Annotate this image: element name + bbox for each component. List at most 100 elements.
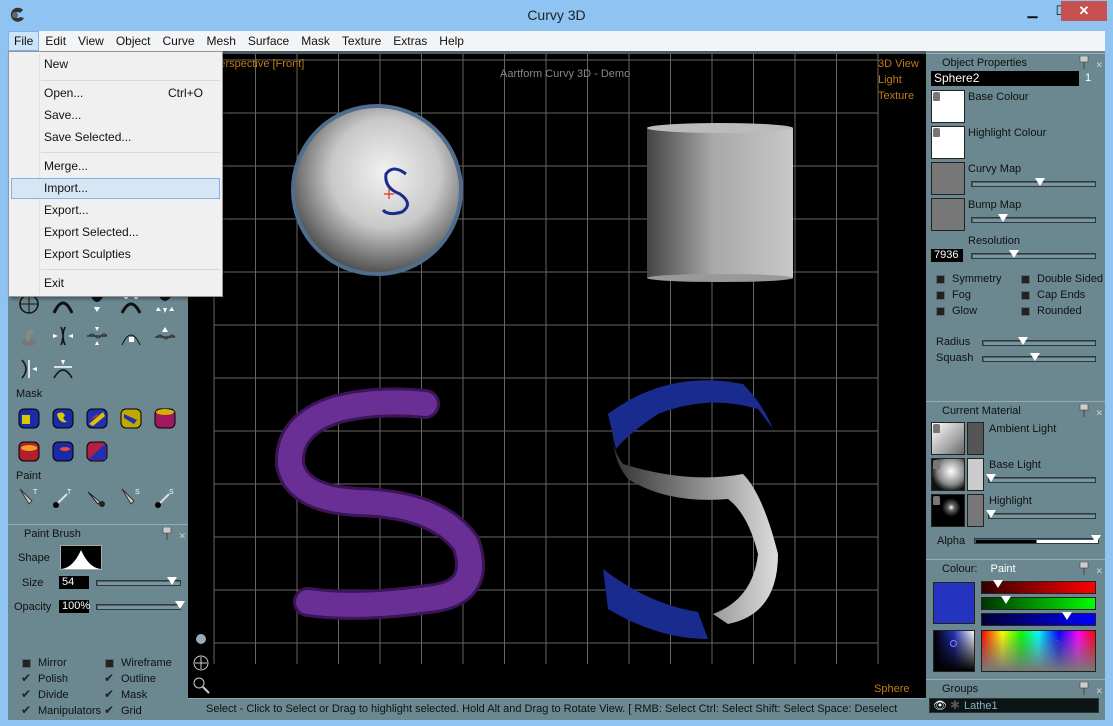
checkbox-double-sided[interactable] [1021, 275, 1030, 284]
close-button[interactable]: ✕ [1061, 1, 1107, 21]
smudge-tool-icon[interactable] [84, 485, 110, 511]
base-light-slider[interactable] [986, 474, 1096, 483]
rotate-view-icon[interactable] [190, 628, 212, 650]
highlight-slider[interactable] [986, 510, 1096, 519]
checkbox-glow[interactable] [936, 307, 945, 316]
pin-icon[interactable] [1079, 562, 1089, 575]
menu-item-import[interactable]: Import... [11, 178, 220, 199]
highlight-slider-thumb[interactable] [986, 510, 997, 518]
sphere-object[interactable] [291, 104, 463, 276]
checkbox-grid[interactable] [104, 703, 114, 717]
object-name-field[interactable]: Sphere2 [931, 71, 1079, 86]
flatten-side-tool-icon[interactable] [16, 356, 42, 382]
asterisk-icon[interactable]: ✱ [950, 698, 960, 712]
menu-item-new[interactable]: New [11, 54, 220, 75]
squash-slider[interactable] [982, 353, 1096, 362]
close-panel-icon[interactable]: ✕ [1095, 562, 1103, 580]
bump-map-swatch[interactable] [931, 198, 965, 231]
view-texture-link[interactable]: Texture [878, 90, 914, 102]
menu-item-open[interactable]: Open... Ctrl+O [11, 83, 220, 104]
menu-file[interactable]: File [8, 31, 40, 51]
ambient-preview[interactable] [931, 422, 965, 455]
opacity-field[interactable]: 100% [59, 600, 90, 613]
scene-canvas[interactable] [188, 54, 926, 698]
opacity-slider[interactable] [96, 601, 185, 610]
checkbox-fog[interactable] [936, 291, 945, 300]
lock-icon[interactable] [933, 164, 940, 173]
lock-icon[interactable] [933, 496, 940, 505]
checkbox-symmetry[interactable] [936, 275, 945, 284]
blue-channel-slider[interactable] [981, 612, 1096, 626]
curvy-map-swatch[interactable] [931, 162, 965, 195]
mask-diagonal-icon[interactable] [84, 438, 110, 464]
highlight-swatch[interactable] [967, 494, 984, 527]
mask-blue-icon[interactable] [50, 438, 76, 464]
flatten-top-tool-icon[interactable] [50, 356, 76, 382]
lock-icon[interactable] [933, 424, 940, 433]
lock-icon[interactable] [933, 128, 940, 137]
menu-item-merge[interactable]: Merge... [11, 156, 220, 177]
checkbox-polish[interactable] [21, 671, 31, 685]
close-panel-icon[interactable]: ✕ [1095, 404, 1103, 422]
alpha-slider[interactable] [974, 535, 1101, 544]
squash-slider-thumb[interactable] [1029, 353, 1040, 361]
airbrush-t-icon[interactable]: T [50, 485, 76, 511]
ambient-colour-swatch[interactable] [967, 422, 984, 455]
alpha-slider-thumb[interactable] [1090, 535, 1101, 543]
highlight-colour-swatch[interactable] [931, 126, 965, 159]
base-light-slider-thumb[interactable] [986, 474, 997, 482]
menu-help[interactable]: Help [433, 31, 470, 51]
brightness-picker-marker[interactable] [950, 640, 957, 647]
blue-slider-thumb[interactable] [1061, 612, 1072, 620]
smooth-tool-icon[interactable] [84, 323, 110, 349]
menu-mask[interactable]: Mask [295, 31, 336, 51]
sculpt-figure-tool-icon[interactable] [16, 323, 42, 349]
pin-icon[interactable] [1079, 404, 1089, 417]
menu-surface[interactable]: Surface [242, 31, 295, 51]
group-name[interactable]: Lathe1 [964, 700, 998, 712]
eye-visibility-icon[interactable]: 👁 [933, 699, 947, 712]
squeeze-tool-icon[interactable] [50, 323, 76, 349]
bump-map-slider[interactable] [971, 214, 1096, 223]
size-slider-thumb[interactable] [166, 577, 177, 585]
checkbox-divide[interactable] [21, 687, 31, 701]
checkbox-outline[interactable] [104, 671, 114, 685]
cylinder-object[interactable] [647, 123, 793, 282]
raise-wave-tool-icon[interactable] [152, 323, 178, 349]
radius-slider[interactable] [982, 337, 1096, 346]
green-slider-thumb[interactable] [1000, 596, 1011, 604]
checkbox-mask[interactable] [104, 687, 114, 701]
pin-icon[interactable] [162, 527, 172, 540]
base-light-preview[interactable] [931, 458, 965, 491]
checkbox-manipulators[interactable] [21, 703, 31, 717]
paint-brush-s-icon[interactable]: S [118, 485, 144, 511]
checkbox-wireframe[interactable] [105, 659, 114, 668]
radius-slider-thumb[interactable] [1018, 337, 1029, 345]
green-channel-slider[interactable] [981, 596, 1096, 610]
3d-viewport[interactable]: Perspective [Front] Aartform Curvy 3D - … [188, 51, 926, 698]
menu-item-export[interactable]: Export... [11, 200, 220, 221]
bulge-tool-icon[interactable] [118, 323, 144, 349]
view-light-link[interactable]: Light [878, 74, 902, 86]
group-row[interactable]: 👁 ✱ Lathe1 [929, 698, 1099, 713]
checkbox-rounded[interactable] [1021, 307, 1030, 316]
brightness-picker[interactable] [933, 630, 975, 672]
checkbox-mirror[interactable] [22, 659, 31, 668]
menu-item-export-sculpties[interactable]: Export Sculpties [11, 244, 220, 265]
checkbox-cap-ends[interactable] [1021, 291, 1030, 300]
lock-icon[interactable] [933, 92, 940, 101]
resolution-field[interactable]: 7936 [931, 249, 963, 262]
lock-icon[interactable] [933, 200, 940, 209]
mask-blob-icon[interactable] [50, 405, 76, 431]
resolution-slider-thumb[interactable] [1008, 250, 1019, 258]
lock-icon[interactable] [933, 460, 940, 469]
current-colour-swatch[interactable] [933, 582, 975, 624]
hue-picker[interactable] [981, 630, 1096, 672]
mask-square-icon[interactable] [16, 405, 42, 431]
zoom-view-icon[interactable] [190, 674, 212, 696]
size-slider[interactable] [96, 577, 181, 586]
base-colour-swatch[interactable] [931, 90, 965, 123]
mask-stripe-icon[interactable] [84, 405, 110, 431]
mask-gradient-icon[interactable] [118, 405, 144, 431]
menu-item-save-selected[interactable]: Save Selected... [11, 127, 220, 148]
